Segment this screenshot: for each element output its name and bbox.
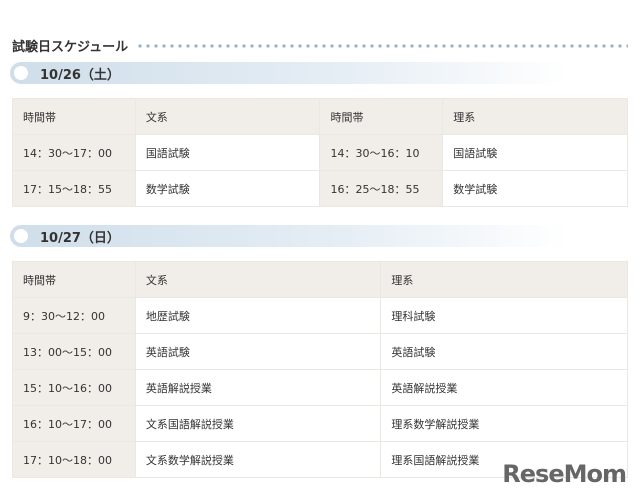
date-bar-day1: 10/26（土） bbox=[10, 62, 570, 84]
header-cell: 時間帯 bbox=[12, 98, 136, 135]
subject-cell: 英語試験 bbox=[380, 333, 628, 370]
time-cell: 17：15〜18：55 bbox=[12, 170, 136, 207]
header-cell: 時間帯 bbox=[319, 98, 444, 135]
resemom-logo: ReseMom bbox=[502, 460, 627, 488]
table-header: 時間帯 文系 時間帯 理系 bbox=[12, 98, 628, 135]
subject-cell: 国語試験 bbox=[134, 134, 321, 171]
table-row: 16：10〜17：00 文系国語解説授業 理系数学解説授業 bbox=[12, 405, 628, 442]
time-cell: 16：25〜18：55 bbox=[319, 170, 444, 207]
section-title: 試験日スケジュール bbox=[12, 36, 628, 55]
table-row: 15：10〜16：00 英語解説授業 英語解説授業 bbox=[12, 369, 628, 406]
title-text: 試験日スケジュール bbox=[12, 40, 129, 55]
schedule-table-day1: 時間帯 文系 時間帯 理系 14：30〜17：00 国語試験 14：30〜16：10 国語試… bbox=[12, 98, 628, 207]
subject-cell: 数学試験 bbox=[134, 170, 321, 207]
subject-cell: 文系数学解説授業 bbox=[134, 441, 382, 478]
subject-cell: 英語試験 bbox=[134, 333, 382, 370]
header-cell: 理系 bbox=[380, 261, 628, 298]
table-row: 13：00〜15：00 英語試験 英語試験 bbox=[12, 333, 628, 370]
subject-cell: 理系数学解説授業 bbox=[380, 405, 628, 442]
circle-icon bbox=[14, 66, 28, 80]
table-row: 14：30〜17：00 国語試験 14：30〜16：10 国語試験 bbox=[12, 134, 628, 171]
time-cell: 16：10〜17：00 bbox=[12, 405, 136, 442]
table-header: 時間帯 文系 理系 bbox=[12, 261, 628, 298]
header-cell: 文系 bbox=[134, 98, 321, 135]
subject-cell: 地歴試験 bbox=[134, 297, 382, 334]
dotted-divider bbox=[136, 43, 628, 48]
time-cell: 14：30〜17：00 bbox=[12, 134, 136, 171]
subject-cell: 数学試験 bbox=[442, 170, 628, 207]
time-cell: 17：10〜18：00 bbox=[12, 441, 136, 478]
header-cell: 理系 bbox=[442, 98, 628, 135]
subject-cell: 英語解説授業 bbox=[134, 369, 382, 406]
time-cell: 14：30〜16：10 bbox=[319, 134, 444, 171]
table-row: 9：30〜12：00 地歴試験 理科試験 bbox=[12, 297, 628, 334]
circle-icon bbox=[14, 229, 28, 243]
date-label: 10/27（日） bbox=[40, 230, 120, 246]
date-label: 10/26（土） bbox=[40, 67, 120, 83]
subject-cell: 国語試験 bbox=[442, 134, 628, 171]
time-cell: 15：10〜16：00 bbox=[12, 369, 136, 406]
schedule-table-day2: 時間帯 文系 理系 9：30〜12：00 地歴試験 理科試験 13：00〜15：00 英語… bbox=[12, 261, 628, 478]
date-bar-day2: 10/27（日） bbox=[10, 225, 570, 247]
header-cell: 時間帯 bbox=[12, 261, 136, 298]
header-cell: 文系 bbox=[134, 261, 382, 298]
subject-cell: 文系国語解説授業 bbox=[134, 405, 382, 442]
time-cell: 9：30〜12：00 bbox=[12, 297, 136, 334]
subject-cell: 理科試験 bbox=[380, 297, 628, 334]
subject-cell: 英語解説授業 bbox=[380, 369, 628, 406]
table-row: 17：15〜18：55 数学試験 16：25〜18：55 数学試験 bbox=[12, 170, 628, 207]
time-cell: 13：00〜15：00 bbox=[12, 333, 136, 370]
